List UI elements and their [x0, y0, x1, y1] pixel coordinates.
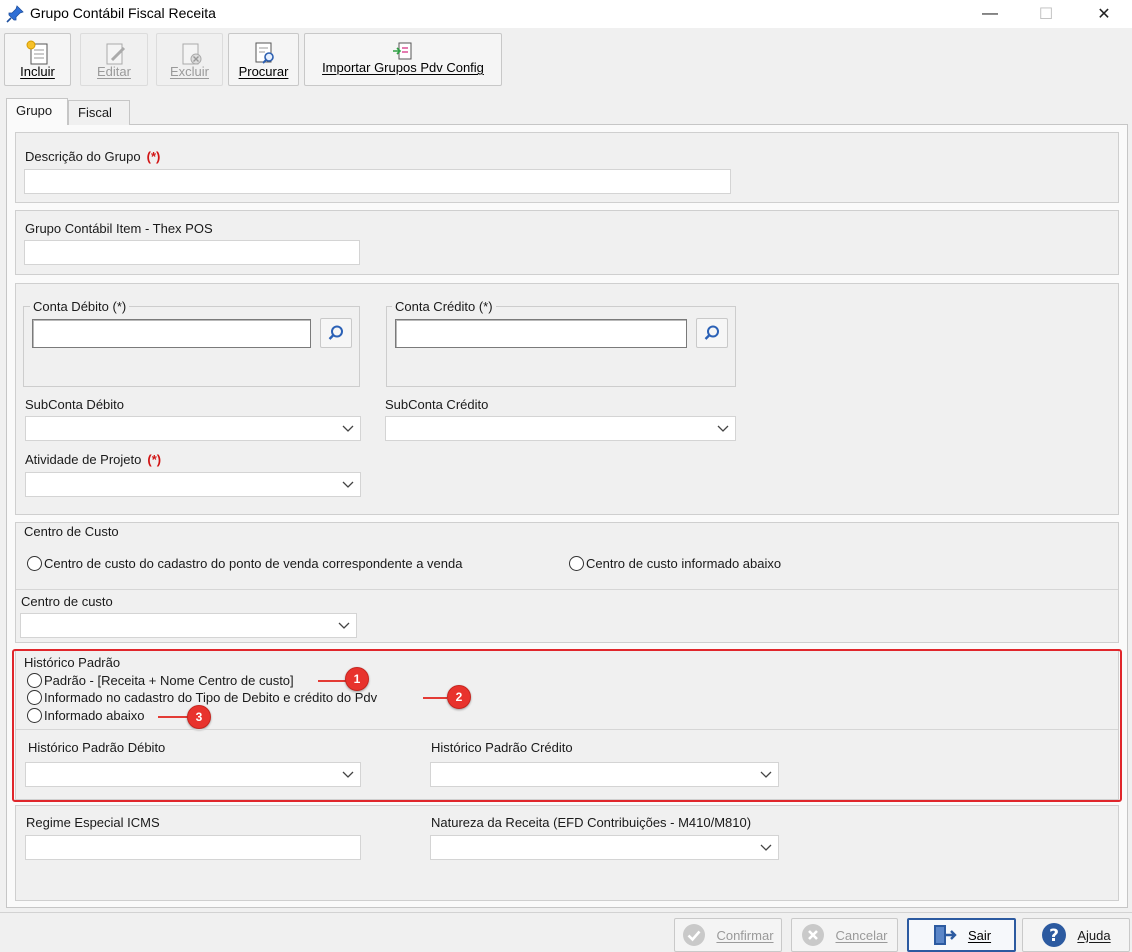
- regime-icms-input[interactable]: [25, 835, 361, 860]
- centro-custo-option-pdv[interactable]: Centro de custo do cadastro do ponto de …: [27, 556, 462, 571]
- new-document-icon: [26, 40, 47, 65]
- toolbar: Incluir Editar Excluir Procurar Importar…: [0, 28, 1132, 90]
- minimize-button[interactable]: —: [962, 0, 1018, 28]
- help-circle-icon: ?: [1042, 923, 1067, 947]
- descricao-grupo-input[interactable]: [24, 169, 731, 194]
- conta-debito-input[interactable]: [32, 319, 311, 348]
- chevron-down-icon: [338, 622, 350, 629]
- radio-label: Padrão - [Receita + Nome Centro de custo…: [44, 673, 294, 688]
- delete-document-icon: [182, 43, 201, 65]
- procurar-label: Procurar: [238, 64, 289, 79]
- annotation-leader: [158, 716, 188, 718]
- centro-custo-group-title: Centro de Custo: [24, 524, 119, 539]
- excluir-button[interactable]: Excluir: [156, 33, 223, 86]
- centro-custo-option-informado[interactable]: Centro de custo informado abaixo: [569, 556, 781, 571]
- search-icon: [704, 325, 719, 340]
- annotation-badge-2: 2: [447, 685, 471, 709]
- subconta-credito-label: SubConta Crédito: [385, 397, 489, 412]
- radio-label: Centro de custo do cadastro do ponto de …: [44, 556, 463, 571]
- historico-option-padrao[interactable]: Padrão - [Receita + Nome Centro de custo…: [27, 673, 294, 688]
- radio-button[interactable]: [27, 690, 42, 705]
- historico-padrao-title: Histórico Padrão: [24, 655, 121, 670]
- chevron-down-icon: [717, 425, 729, 432]
- natureza-receita-select[interactable]: [430, 835, 779, 860]
- annotation-leader: [423, 697, 447, 699]
- tab-grupo[interactable]: Grupo: [6, 98, 68, 125]
- subconta-debito-label: SubConta Débito: [25, 397, 125, 412]
- ajuda-button[interactable]: ? Ajuda: [1022, 918, 1130, 952]
- natureza-receita-label: Natureza da Receita (EFD Contribuições -…: [431, 815, 752, 830]
- chevron-down-icon: [342, 481, 354, 488]
- atividade-projeto-select[interactable]: [25, 472, 361, 497]
- chevron-down-icon: [760, 771, 772, 778]
- radio-button[interactable]: [27, 556, 42, 571]
- historico-option-tipo-debito-credito[interactable]: Informado no cadastro do Tipo de Debito …: [27, 690, 377, 705]
- confirmar-button[interactable]: Confirmar: [674, 918, 782, 952]
- exit-door-icon: [933, 925, 957, 945]
- radio-button[interactable]: [27, 673, 42, 688]
- close-button[interactable]: ✕: [1076, 0, 1132, 28]
- editar-label: Editar: [97, 64, 131, 79]
- subconta-credito-select[interactable]: [385, 416, 736, 441]
- search-document-icon: [255, 42, 274, 64]
- annotation-badge-1: 1: [345, 667, 369, 691]
- conta-credito-label: Conta Crédito (*): [392, 299, 496, 314]
- radio-label: Informado abaixo: [44, 708, 145, 723]
- chevron-down-icon: [342, 425, 354, 432]
- centro-custo-select[interactable]: [20, 613, 357, 638]
- editar-button[interactable]: Editar: [80, 33, 148, 86]
- radio-label: Centro de custo informado abaixo: [586, 556, 782, 571]
- descricao-grupo-label: Descrição do Grupo (*): [25, 149, 161, 164]
- atividade-projeto-label: Atividade de Projeto (*): [25, 452, 162, 467]
- chevron-down-icon: [342, 771, 354, 778]
- import-document-icon: [393, 42, 412, 60]
- grupo-contabil-item-input[interactable]: [24, 240, 360, 265]
- svg-text:?: ?: [1049, 926, 1059, 946]
- procurar-button[interactable]: Procurar: [228, 33, 299, 86]
- footer-bar: Confirmar Cancelar Sair ? Ajuda: [0, 912, 1132, 952]
- centro-custo-label: Centro de custo: [21, 594, 113, 609]
- excluir-label: Excluir: [169, 64, 209, 79]
- window-title: Grupo Contábil Fiscal Receita: [30, 5, 216, 21]
- importar-grupos-button[interactable]: Importar Grupos Pdv Config: [304, 33, 502, 86]
- incluir-label: Incluir: [20, 64, 55, 79]
- historico-credito-label: Histórico Padrão Crédito: [431, 740, 573, 755]
- conta-debito-label: Conta Débito (*): [30, 299, 130, 314]
- maximize-button[interactable]: ☐: [1018, 0, 1074, 28]
- conta-credito-search-button[interactable]: [696, 318, 728, 348]
- cancel-circle-icon: [802, 924, 825, 946]
- historico-credito-select[interactable]: [430, 762, 779, 787]
- annotation-badge-3: 3: [187, 705, 211, 729]
- divider: [16, 729, 1118, 730]
- historico-option-informado[interactable]: Informado abaixo: [27, 708, 144, 723]
- chevron-down-icon: [760, 844, 772, 851]
- ajuda-label: Ajuda: [1077, 927, 1111, 943]
- radio-label: Informado no cadastro do Tipo de Debito …: [44, 690, 378, 705]
- edit-document-icon: [106, 43, 126, 65]
- conta-debito-search-button[interactable]: [320, 318, 352, 348]
- regime-icms-label: Regime Especial ICMS: [26, 815, 160, 830]
- cancelar-label: Cancelar: [835, 927, 888, 943]
- divider: [16, 589, 1118, 590]
- search-icon: [328, 325, 343, 340]
- annotation-leader: [318, 680, 346, 682]
- historico-debito-select[interactable]: [25, 762, 361, 787]
- tab-fiscal[interactable]: Fiscal: [68, 100, 130, 125]
- radio-button[interactable]: [27, 708, 42, 723]
- sair-button[interactable]: Sair: [907, 918, 1016, 952]
- cancelar-button[interactable]: Cancelar: [791, 918, 898, 952]
- title-bar: Grupo Contábil Fiscal Receita — ☐ ✕: [0, 0, 1132, 28]
- radio-button[interactable]: [569, 556, 584, 571]
- confirmar-label: Confirmar: [716, 927, 774, 943]
- grupo-contabil-item-label: Grupo Contábil Item - Thex POS: [25, 221, 213, 236]
- subconta-debito-select[interactable]: [25, 416, 361, 441]
- conta-credito-input[interactable]: [395, 319, 687, 348]
- historico-debito-label: Histórico Padrão Débito: [28, 740, 166, 755]
- pin-icon: [6, 5, 24, 23]
- incluir-button[interactable]: Incluir: [4, 33, 71, 86]
- check-circle-icon: [683, 924, 706, 946]
- sair-label: Sair: [967, 927, 992, 943]
